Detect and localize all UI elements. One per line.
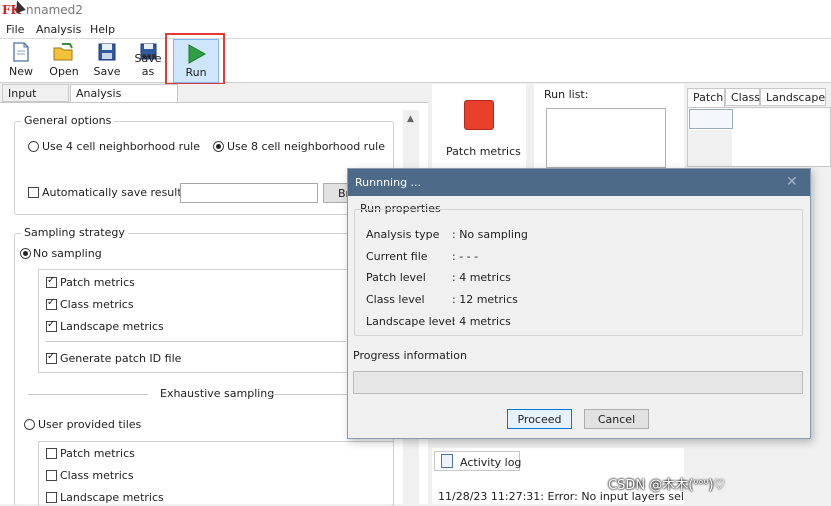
- toolbar: New Open Save Save as Run: [0, 39, 831, 83]
- log-document-icon: [441, 454, 453, 468]
- watermark-text: CSDN @木木(ᐡᐤᐡ)♡: [608, 478, 726, 493]
- save-button[interactable]: Save: [92, 39, 122, 81]
- run-list-box[interactable]: [546, 108, 666, 168]
- menu-file[interactable]: File: [6, 23, 24, 36]
- run-list-label: Run list:: [544, 88, 589, 101]
- run-highlight-box: [165, 33, 225, 85]
- save-as-label: Save as: [134, 52, 162, 78]
- rule4-radio[interactable]: [28, 141, 39, 152]
- activity-log-tab[interactable]: Activity log: [434, 451, 522, 471]
- divider: [268, 394, 358, 395]
- tiles-class-metrics-checkbox[interactable]: [46, 470, 57, 481]
- patch-square-icon: [464, 100, 494, 130]
- current-file-label: Current file: [366, 250, 428, 263]
- new-file-icon: [13, 42, 29, 62]
- dialog-close-icon[interactable]: ✕: [786, 174, 798, 190]
- window-title: nnamed2: [26, 3, 83, 17]
- progress-bar: [353, 371, 803, 394]
- tab-input-layers[interactable]: Input layers: [2, 84, 69, 113]
- rule8-radio[interactable]: [213, 141, 224, 152]
- tiles-patch-metrics-checkbox[interactable]: [46, 448, 57, 459]
- new-label: New: [9, 65, 33, 78]
- patch-metrics-checkbox[interactable]: [46, 275, 57, 288]
- save-as-button[interactable]: Save as: [130, 39, 166, 81]
- exhaustive-sampling-label: Exhaustive sampling: [160, 387, 275, 400]
- analysis-type-value: : No sampling: [452, 228, 528, 241]
- dialog-title: Runnning ...: [355, 176, 422, 189]
- dialog-titlebar: Runnning ... ✕: [348, 169, 810, 196]
- rule8-label: Use 8 cell neighborhood rule: [227, 140, 385, 153]
- open-folder-icon: [53, 43, 73, 61]
- tab-class[interactable]: Class: [725, 88, 760, 106]
- class-metrics-label: Class metrics: [60, 298, 134, 311]
- running-dialog: Runnning ... ✕ Run properties Analysis t…: [347, 168, 811, 439]
- menu-analysis[interactable]: Analysis: [36, 23, 81, 36]
- save-disk-icon: [98, 43, 116, 61]
- open-label: Open: [49, 65, 79, 78]
- open-button[interactable]: Open: [46, 39, 82, 81]
- class-level-label: Class level: [366, 293, 425, 306]
- user-tiles-label: User provided tiles: [38, 418, 142, 431]
- autosave-path-input[interactable]: [180, 183, 318, 203]
- menu-help[interactable]: Help: [90, 23, 115, 36]
- class-level-value: : 12 metrics: [452, 293, 518, 306]
- cancel-button[interactable]: Cancel: [584, 409, 649, 429]
- progress-information-title: Progress information: [353, 349, 467, 362]
- autosave-checkbox[interactable]: [28, 187, 39, 198]
- patch-metrics-tile-label: Patch metrics: [446, 145, 521, 158]
- landscape-metrics-checkbox[interactable]: [46, 319, 57, 332]
- no-sampling-label: No sampling: [33, 247, 102, 260]
- tiles-patch-metrics-label: Patch metrics: [60, 447, 135, 460]
- save-label: Save: [93, 65, 121, 78]
- activity-log-label: Activity log: [460, 456, 522, 469]
- patch-metrics-tile[interactable]: Patch metrics: [432, 84, 526, 168]
- scroll-up-icon[interactable]: ▲: [407, 114, 414, 124]
- generate-patch-id-checkbox[interactable]: [46, 351, 57, 364]
- tiles-landscape-metrics-checkbox[interactable]: [46, 492, 57, 503]
- generate-patch-id-label: Generate patch ID file: [60, 352, 182, 365]
- table-row-header: [688, 130, 732, 166]
- title-bar: FK nnamed2: [0, 0, 831, 20]
- divider: [28, 394, 148, 395]
- tab-patch[interactable]: Patch: [687, 88, 725, 107]
- landscape-level-label: Landscape level: [366, 315, 455, 328]
- class-metrics-checkbox[interactable]: [46, 297, 57, 310]
- general-options-title: General options: [21, 114, 115, 127]
- autosave-label: Automatically save results: [42, 186, 188, 199]
- patch-metrics-table: [687, 107, 831, 167]
- run-list-area: Run list:: [534, 84, 684, 168]
- current-file-value: : - - -: [452, 250, 479, 263]
- landscape-metrics-label: Landscape metrics: [60, 320, 164, 333]
- tab-landscape[interactable]: Landscape: [760, 88, 826, 106]
- user-tiles-radio[interactable]: [24, 419, 35, 430]
- tab-analysis-parameters[interactable]: Analysis parameters: [70, 84, 178, 113]
- analysis-type-label: Analysis type: [366, 228, 440, 241]
- landscape-level-value: : 4 metrics: [452, 315, 511, 328]
- patch-level-value: : 4 metrics: [452, 271, 511, 284]
- menu-bar: File Analysis Help: [0, 20, 831, 39]
- patch-metrics-label: Patch metrics: [60, 276, 135, 289]
- new-button[interactable]: New: [6, 39, 36, 81]
- rule4-label: Use 4 cell neighborhood rule: [42, 140, 200, 153]
- sampling-strategy-title: Sampling strategy: [21, 226, 128, 239]
- divider: [46, 341, 346, 342]
- no-sampling-radio[interactable]: [20, 248, 31, 259]
- patch-level-label: Patch level: [366, 271, 426, 284]
- table-cell[interactable]: [689, 109, 733, 129]
- tiles-landscape-metrics-label: Landscape metrics: [60, 491, 164, 504]
- tiles-class-metrics-label: Class metrics: [60, 469, 134, 482]
- proceed-button[interactable]: Proceed: [507, 409, 572, 429]
